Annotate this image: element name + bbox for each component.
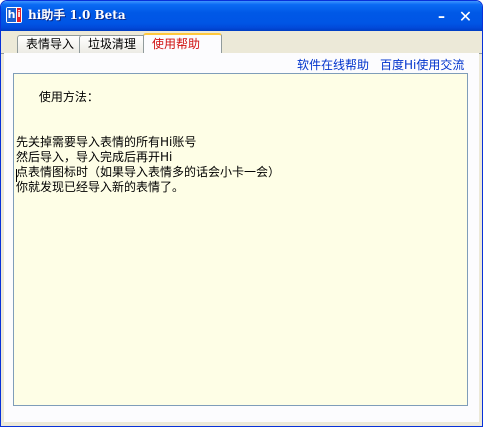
title-bar[interactable]: h i hi助手 1.0 Beta – ✕ bbox=[1, 1, 482, 31]
app-logo-icon[interactable]: h i bbox=[6, 7, 22, 23]
logo-i-glyph: i bbox=[17, 8, 21, 22]
close-icon[interactable]: ✕ bbox=[455, 7, 476, 27]
help-textarea[interactable]: 使用方法： 先关掉需要导入表情的所有Hi账号 然后导入，导入完成后再开Hi 点表… bbox=[13, 73, 468, 406]
tab-usage-help[interactable]: 使用帮助 bbox=[143, 33, 222, 55]
logo-h-glyph: h bbox=[7, 8, 16, 22]
online-help-link[interactable]: 软件在线帮助 bbox=[297, 58, 369, 72]
baidu-hi-forum-link[interactable]: 百度Hi使用交流 bbox=[380, 58, 464, 72]
help-text: 使用方法： 先关掉需要导入表情的所有Hi账号 然后导入，导入完成后再开Hi 点表… bbox=[16, 90, 281, 194]
app-window: h i hi助手 1.0 Beta – ✕ 表情导入 垃圾清理 使用帮助 软件在… bbox=[0, 0, 483, 427]
help-panel: 软件在线帮助 百度Hi使用交流 使用方法： 先关掉需要导入表情的所有Hi账号 然… bbox=[4, 53, 479, 422]
window-title: hi助手 1.0 Beta bbox=[28, 8, 126, 22]
text-caret bbox=[16, 169, 17, 182]
tab-strip: 表情导入 垃圾清理 使用帮助 bbox=[1, 31, 482, 55]
minimize-icon[interactable]: – bbox=[431, 7, 452, 27]
